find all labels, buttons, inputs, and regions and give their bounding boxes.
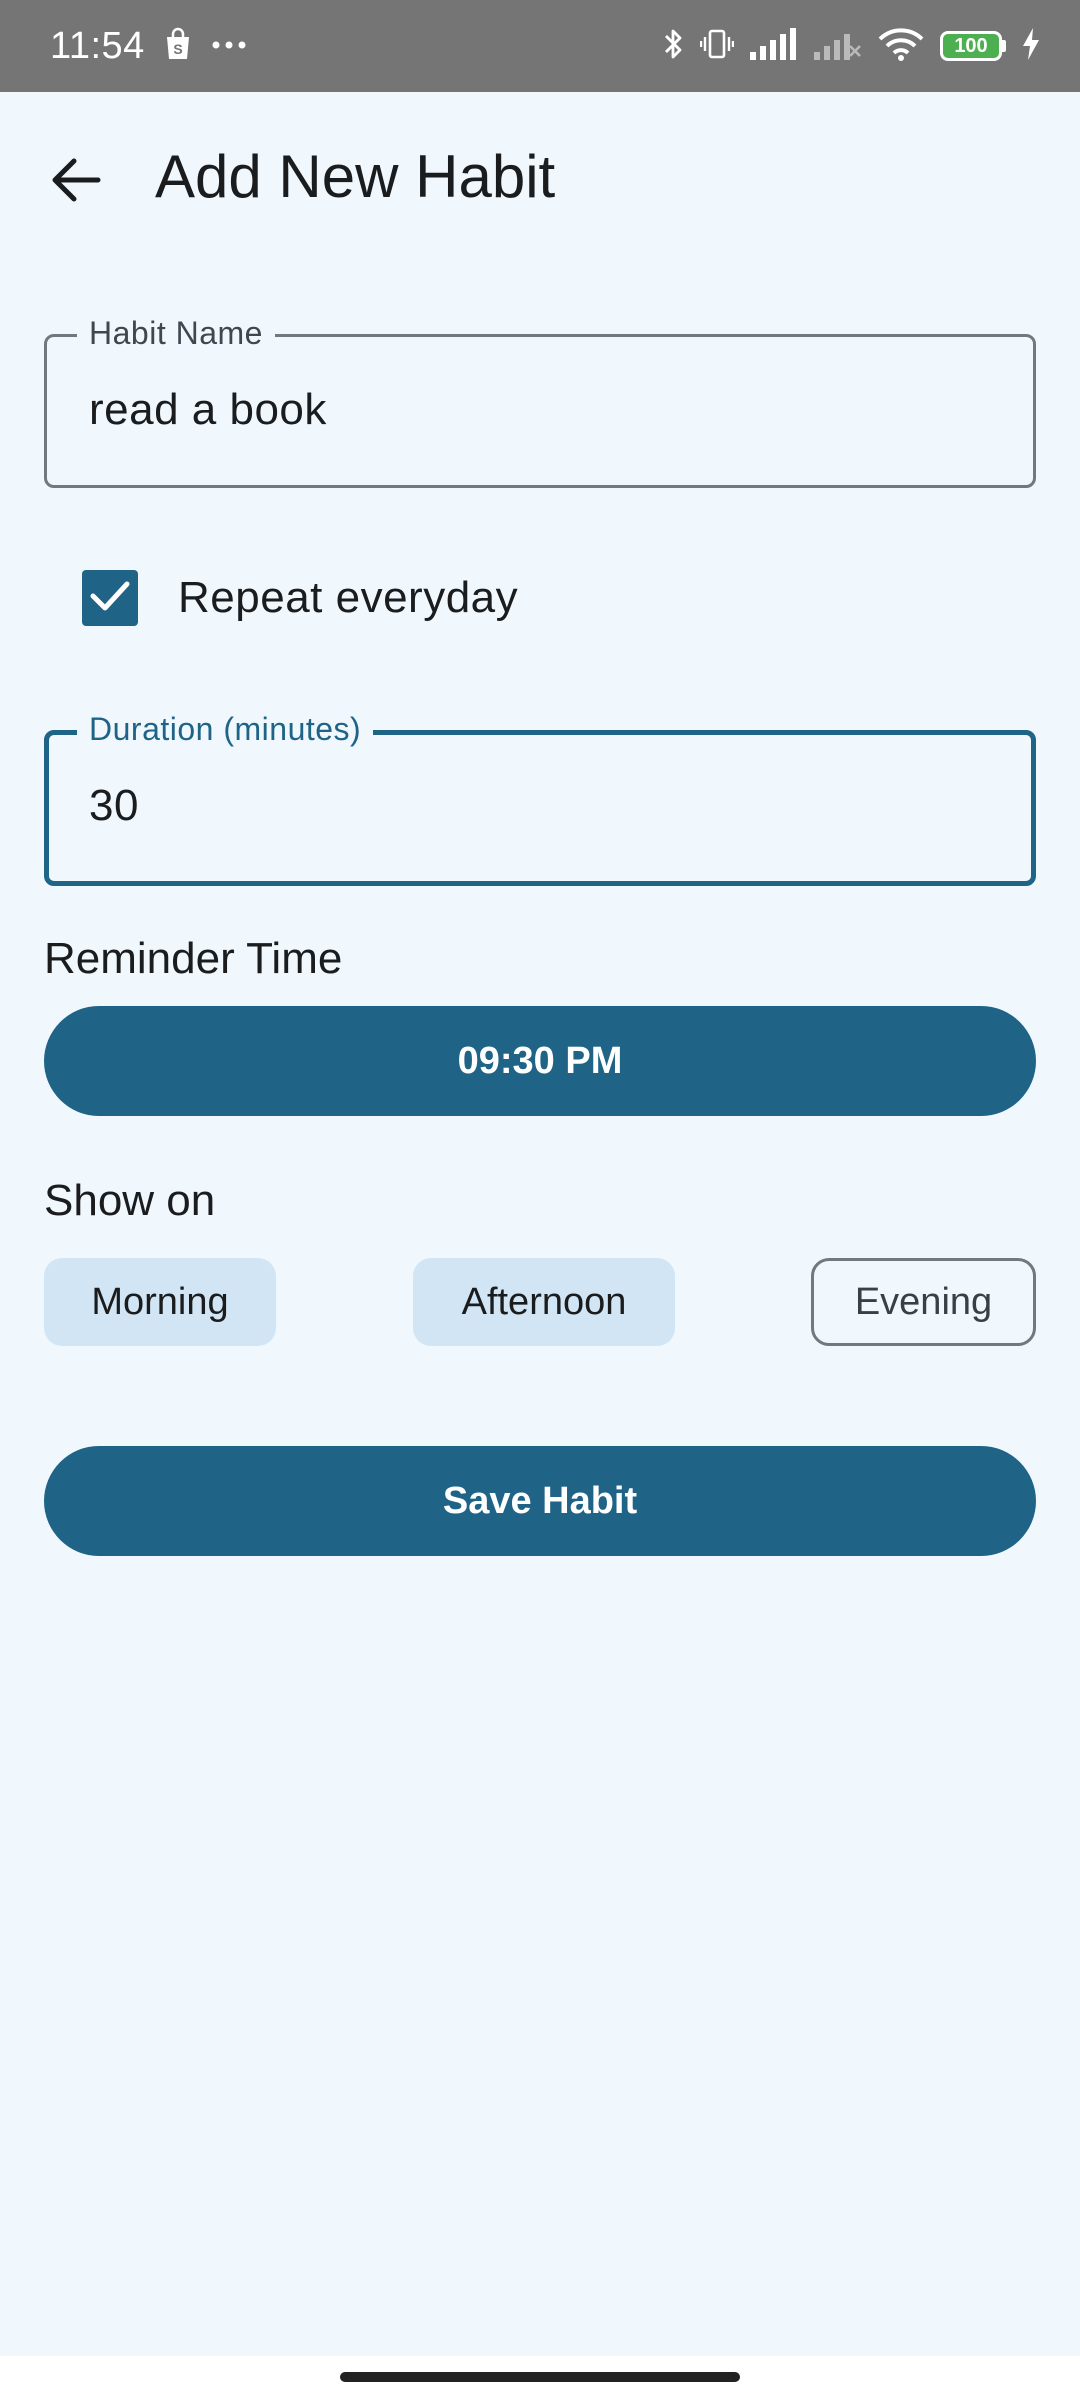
home-indicator[interactable] xyxy=(340,2372,740,2382)
app-bar: Add New Habit xyxy=(0,92,1080,268)
status-bar: 11:54 S 100 xyxy=(0,0,1080,92)
battery-icon: 100 xyxy=(940,31,1006,61)
back-button[interactable] xyxy=(40,146,112,218)
shopping-bag-icon: S xyxy=(163,27,193,66)
bluetooth-icon xyxy=(662,26,684,67)
habit-name-label: Habit Name xyxy=(77,315,275,352)
reminder-time-label: Reminder Time xyxy=(44,934,343,983)
repeat-everyday-row[interactable]: Repeat everyday xyxy=(82,570,518,626)
habit-name-value: read a book xyxy=(89,385,327,434)
duration-label: Duration (minutes) xyxy=(77,711,374,748)
check-icon xyxy=(89,579,131,618)
chip-evening[interactable]: Evening xyxy=(811,1258,1036,1346)
save-habit-button[interactable]: Save Habit xyxy=(44,1446,1036,1556)
page-title: Add New Habit xyxy=(155,143,556,210)
more-dots-icon xyxy=(211,37,247,55)
show-on-label: Show on xyxy=(44,1176,216,1225)
vibrate-icon xyxy=(699,27,735,66)
arrow-back-icon xyxy=(50,156,102,209)
svg-text:S: S xyxy=(173,41,182,57)
battery-tip xyxy=(1002,40,1006,52)
status-left: 11:54 S xyxy=(50,25,247,68)
battery-level: 100 xyxy=(940,31,1002,61)
habit-name-field[interactable]: Habit Name read a book xyxy=(44,315,1036,488)
signal-icon xyxy=(750,27,798,65)
repeat-everyday-label: Repeat everyday xyxy=(178,573,519,622)
status-time: 11:54 xyxy=(50,24,145,67)
chip-afternoon[interactable]: Afternoon xyxy=(413,1258,675,1346)
wifi-icon xyxy=(878,27,924,66)
reminder-time-button[interactable]: 09:30 PM xyxy=(44,1006,1036,1116)
repeat-everyday-checkbox[interactable] xyxy=(82,570,138,626)
signal-off-icon xyxy=(814,28,862,65)
charging-icon xyxy=(1022,27,1040,65)
duration-value: 30 xyxy=(89,781,139,830)
duration-field[interactable]: Duration (minutes) 30 xyxy=(44,711,1036,886)
status-right: 100 xyxy=(662,26,1040,67)
chip-morning[interactable]: Morning xyxy=(44,1258,276,1346)
